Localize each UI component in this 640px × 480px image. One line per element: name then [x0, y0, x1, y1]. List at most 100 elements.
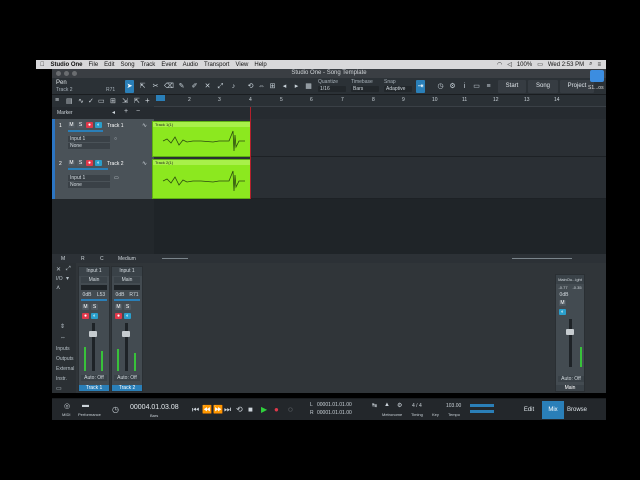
automation-mode[interactable]: Auto: Off — [81, 375, 107, 381]
punch-icon[interactable]: ◌ — [288, 405, 293, 414]
time-signature[interactable]: 4 / 4 — [412, 403, 422, 409]
menu-help[interactable]: Help — [254, 62, 266, 68]
narrow-strips-icon[interactable]: ⇕ — [60, 323, 65, 330]
clock-icon[interactable]: ◷ — [112, 405, 119, 414]
detach-mixer-icon[interactable]: ⤢ — [66, 266, 71, 273]
menu-event[interactable]: Event — [161, 62, 176, 68]
rewind-icon[interactable]: ⏪ — [202, 405, 212, 414]
expand-icon[interactable]: ⇲ — [122, 97, 128, 105]
close-mixer-icon[interactable]: ✕ — [56, 266, 61, 273]
start-button[interactable]: Start — [498, 80, 526, 93]
play-icon[interactable]: ▶ — [261, 405, 267, 414]
main-automation-mode[interactable]: Auto: Off — [558, 376, 584, 382]
input-settings-icon[interactable]: ○ — [114, 136, 117, 142]
add-track-icon[interactable]: + — [145, 96, 150, 105]
io-label[interactable]: I/O — [56, 276, 63, 282]
zoom-window-button[interactable] — [72, 71, 77, 76]
menu-app[interactable]: Studio One — [51, 62, 83, 68]
battery-icon[interactable]: ▭ — [537, 61, 543, 68]
solo-button[interactable]: S — [77, 160, 84, 166]
snap-toggle-icon[interactable]: ⇥ — [416, 80, 425, 93]
wifi-icon[interactable]: ◠ — [497, 61, 502, 68]
loop-end[interactable]: 00001.01.01.00 — [317, 410, 352, 416]
monitor-button[interactable]: ◐ — [95, 122, 102, 128]
edit-view-button[interactable]: Edit — [518, 401, 540, 419]
horizontal-zoom-slider[interactable] — [512, 258, 572, 259]
menu-view[interactable]: View — [235, 62, 248, 68]
monitor-button[interactable]: ◐ — [95, 160, 102, 166]
info-icon[interactable]: i — [460, 80, 469, 93]
volume-fader[interactable] — [89, 331, 97, 337]
volume-slider[interactable] — [68, 130, 103, 132]
time-display[interactable]: 00004.01.03.08 — [130, 404, 179, 411]
loop-icon[interactable]: ⟲ — [246, 80, 255, 93]
eraser-tool-icon[interactable]: ⌫ — [164, 80, 174, 93]
snap-icon[interactable]: ⊞ — [268, 80, 277, 93]
metronome-icon[interactable]: ▲ — [384, 402, 390, 408]
zoom-slider[interactable] — [162, 258, 188, 259]
record-arm-button[interactable]: ● — [115, 313, 122, 319]
monitor-button[interactable]: ◐ — [124, 313, 131, 319]
arrow-tool-icon[interactable]: ➤ — [125, 80, 134, 93]
monitor-button[interactable]: ◐ — [91, 313, 98, 319]
range-tool-icon[interactable]: ⇱ — [138, 80, 147, 93]
time-icon[interactable]: ◷ — [436, 80, 445, 93]
strip-input[interactable]: Input 1 — [79, 267, 109, 276]
record-panel-toggle[interactable]: R — [81, 256, 85, 262]
main-mute-button[interactable]: M — [559, 300, 566, 306]
marker-add-icon[interactable]: + — [124, 108, 128, 115]
folder-icon[interactable] — [590, 70, 604, 82]
mute-button[interactable]: M — [68, 122, 75, 128]
solo-button[interactable]: S — [91, 304, 98, 310]
performance-icon[interactable]: ▬ — [82, 402, 89, 409]
input-dropdown[interactable]: Input 1 — [68, 175, 110, 181]
loop-icon[interactable]: ⟲ — [236, 405, 243, 414]
main-channel-strip[interactable]: MainOu...ight -0.77 -0.35 0dB M ◐ Auto: … — [555, 274, 585, 392]
listen-tool-icon[interactable]: ♪ — [229, 80, 238, 93]
wide-strips-icon[interactable]: ⇔ — [60, 335, 66, 341]
empty-track-area[interactable] — [154, 199, 606, 254]
output-dropdown[interactable]: None — [68, 143, 110, 149]
expand-icon[interactable]: ▾ — [66, 275, 69, 282]
marker-remove-icon[interactable]: − — [136, 108, 140, 115]
insert-slot[interactable] — [81, 285, 107, 290]
collapse-icon[interactable]: ⇱ — [134, 97, 140, 105]
fast-forward-icon[interactable]: ⏩ — [213, 405, 223, 414]
nudge-right-icon[interactable]: ▸ — [292, 80, 301, 93]
strip-name[interactable]: Track 2 — [112, 385, 142, 391]
menu-audio[interactable]: Audio — [183, 62, 198, 68]
console-toggle[interactable]: C — [100, 256, 104, 262]
paint-tool-icon[interactable]: ✐ — [190, 80, 199, 93]
timeline-ruler[interactable]: 2 3 4 5 6 7 8 9 10 11 12 13 14 — [154, 95, 606, 107]
track-size-label[interactable]: Medium — [118, 256, 136, 262]
midi-icon[interactable]: ◎ — [64, 402, 70, 410]
track-name[interactable]: Track 2 — [107, 161, 123, 167]
split-tool-icon[interactable]: ✂ — [151, 80, 160, 93]
routing-icon[interactable]: ⋏ — [56, 284, 60, 291]
input-dropdown[interactable]: Input 1 — [68, 136, 110, 142]
track-header-2[interactable]: 2 M S ● ◐ Track 2 ∿ Input 1 ▭ None — [52, 157, 154, 199]
mixer-settings-icon[interactable]: ▭ — [56, 385, 62, 392]
bars-icon[interactable]: ≡ — [484, 80, 493, 93]
outputs-toggle[interactable]: Outputs — [56, 356, 74, 362]
eq-icon[interactable]: ✓ — [88, 97, 94, 105]
main-volume-fader[interactable] — [566, 329, 574, 335]
solo-button[interactable]: S — [77, 122, 84, 128]
timebase-dropdown[interactable]: Bars — [351, 86, 379, 92]
inspector-icon[interactable]: ▤ — [66, 97, 73, 105]
nudge-left-icon[interactable]: ◂ — [280, 80, 289, 93]
main-monitor-button[interactable]: ◐ — [559, 309, 566, 315]
key-label[interactable]: Key — [432, 412, 439, 417]
search-icon[interactable]: ⌕ — [589, 61, 592, 68]
inputs-toggle[interactable]: Inputs — [56, 346, 70, 352]
precount-icon[interactable]: ↹ — [372, 402, 377, 409]
return-to-zero-icon[interactable]: ⏮ — [192, 405, 199, 415]
tempo-value[interactable]: 103.00 — [446, 403, 461, 409]
track-header-1[interactable]: 1 M S ● ◐ Track 1 ∿ Input 1 ○ None — [52, 119, 154, 157]
record-arm-button[interactable]: ● — [86, 160, 93, 166]
pen-tool-icon[interactable]: ✎ — [177, 80, 186, 93]
main-output-name[interactable]: MainOu...ight — [556, 275, 584, 284]
input-settings-icon[interactable]: ▭ — [114, 175, 119, 181]
snap-dropdown[interactable]: Adaptive — [384, 86, 412, 92]
close-window-button[interactable] — [56, 71, 61, 76]
